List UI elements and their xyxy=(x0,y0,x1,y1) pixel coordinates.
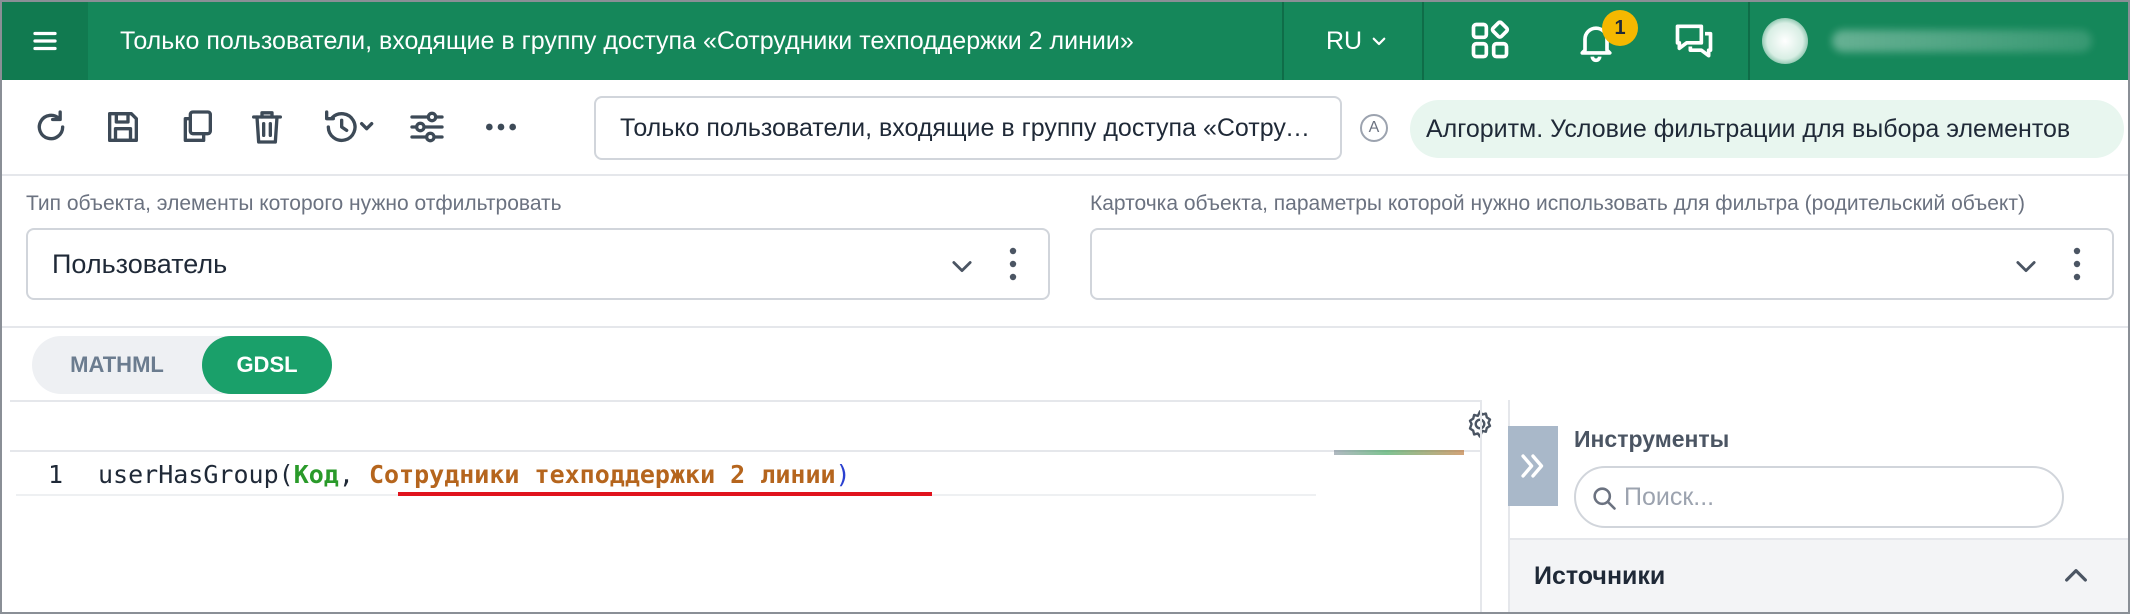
sources-label: Источники xyxy=(1534,562,1666,590)
code-paren-open: ( xyxy=(278,460,294,489)
line-number: 1 xyxy=(48,460,64,489)
delete-icon xyxy=(252,111,282,144)
search-placeholder: Поиск... xyxy=(1624,483,1715,511)
save-icon xyxy=(108,112,138,142)
user-name-blurred xyxy=(1832,30,2092,52)
refresh-button[interactable] xyxy=(26,102,76,152)
code-argument-keyword: Код xyxy=(293,460,339,489)
code-text[interactable]: userHasGroup(Код, Сотрудники техподдержк… xyxy=(98,454,851,496)
chevron-down-icon[interactable] xyxy=(2012,252,2040,280)
double-chevron-right-icon xyxy=(1521,454,1544,478)
copy-icon xyxy=(183,110,212,142)
page-title: Только пользователи, входящие в группу д… xyxy=(120,27,1134,55)
menu-icon xyxy=(33,31,57,51)
chevron-down-icon[interactable] xyxy=(948,252,976,280)
editor-minimap[interactable] xyxy=(1334,450,1464,455)
panel-collapse-button[interactable] xyxy=(1508,426,1558,506)
chat-button[interactable] xyxy=(1666,2,1722,80)
parent-card-label: Карточка объекта, параметры которой нужн… xyxy=(1090,192,2025,215)
object-type-label: Тип объекта, элементы которого нужно отф… xyxy=(26,192,562,215)
object-type-value: Пользователь xyxy=(52,249,228,279)
name-input[interactable]: Только пользователи, входящие в группу д… xyxy=(594,96,1342,160)
language-selector[interactable]: RU xyxy=(1326,2,1388,80)
kebab-menu-icon[interactable] xyxy=(1008,246,1018,282)
apps-grid-icon xyxy=(1471,20,1510,59)
parent-card-select[interactable] xyxy=(1090,228,2114,300)
syntax-option-mathml[interactable]: MATHML xyxy=(32,336,202,394)
language-label: RU xyxy=(1326,26,1363,55)
toolbar: Только пользователи, входящие в группу д… xyxy=(2,80,2128,176)
algorithm-type-chip: Алгоритм. Условие фильтрации для выбора … xyxy=(1410,100,2124,158)
chevron-up-icon[interactable] xyxy=(2060,560,2092,592)
kebab-menu-icon[interactable] xyxy=(2072,246,2082,282)
code-function: userHasGroup xyxy=(98,460,279,489)
history-button[interactable] xyxy=(312,102,388,152)
code-editor[interactable] xyxy=(10,400,1482,612)
algorithm-type-icon: A xyxy=(1360,114,1388,142)
divider xyxy=(1282,2,1284,80)
more-icon xyxy=(486,123,516,131)
chevron-down-icon xyxy=(1372,37,1386,46)
code-paren-close: ) xyxy=(835,460,851,489)
editor-scrollbar[interactable] xyxy=(1480,400,1482,612)
filter-settings-button[interactable] xyxy=(402,102,452,152)
apps-button[interactable] xyxy=(1462,2,1518,80)
top-bar: Только пользователи, входящие в группу д… xyxy=(2,2,2128,80)
code-comma: , xyxy=(338,460,369,489)
history-icon xyxy=(325,110,374,143)
save-button[interactable] xyxy=(98,102,148,152)
settings-sliders-icon xyxy=(410,111,444,143)
notification-badge: 1 xyxy=(1602,10,1638,46)
tools-title: Инструменты xyxy=(1574,426,1730,452)
code-argument-string: Сотрудники техподдержки 2 линии xyxy=(368,460,836,489)
refresh-icon xyxy=(37,110,65,141)
chat-icon xyxy=(1675,24,1713,58)
code-line[interactable]: 1 userHasGroup(Код, Сотрудники техподдер… xyxy=(16,454,1316,496)
divider xyxy=(2,326,2128,328)
error-underline xyxy=(398,492,932,496)
delete-button[interactable] xyxy=(242,102,292,152)
divider xyxy=(1422,2,1424,80)
object-type-select[interactable]: Пользователь xyxy=(26,228,1050,300)
editor-divider xyxy=(10,450,1480,452)
syntax-option-gdsl[interactable]: GDSL xyxy=(202,336,332,394)
menu-button[interactable] xyxy=(2,2,88,80)
copy-button[interactable] xyxy=(172,102,222,152)
syntax-toggle: MATHML GDSL xyxy=(32,336,332,394)
more-button[interactable] xyxy=(476,102,526,152)
app-window: Только пользователи, входящие в группу д… xyxy=(0,0,2130,614)
search-icon xyxy=(1593,487,1616,510)
avatar[interactable] xyxy=(1762,18,1808,64)
